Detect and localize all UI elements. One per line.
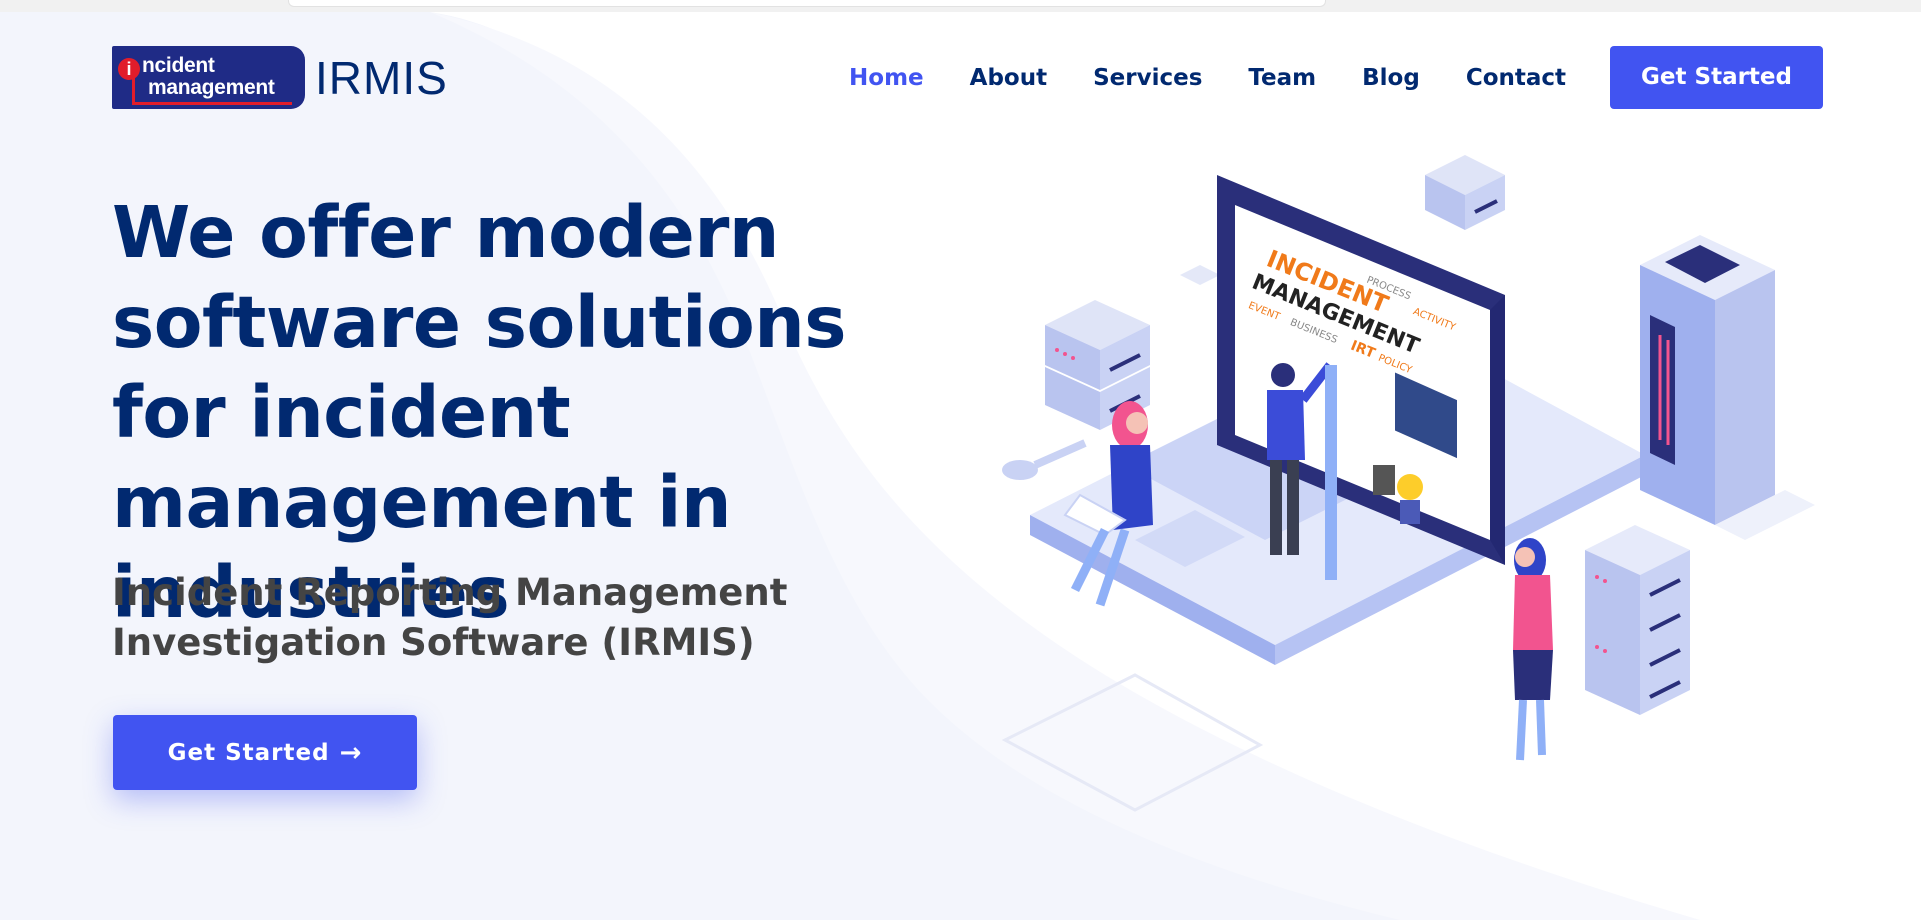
key-icon (1002, 439, 1087, 480)
nav-team[interactable]: Team (1248, 65, 1316, 91)
server-top (1425, 155, 1505, 230)
server-right (1585, 525, 1690, 715)
get-started-hero-button[interactable]: Get Started → (113, 715, 417, 790)
hero-illustration: INCIDENT MANAGEMENT EVENT BUSINESS IRT P… (1001, 155, 1815, 812)
floor-tile (1001, 673, 1264, 812)
brand-name: IRMIS (315, 51, 448, 104)
nav-contact[interactable]: Contact (1466, 65, 1566, 91)
logo-line2: management (148, 76, 275, 99)
hero-subtitle: Incident Reporting Management Investigat… (112, 571, 788, 664)
person-woman-right (1513, 538, 1553, 761)
site-logo[interactable]: i ncident management IRMIS (112, 46, 448, 109)
logo-badge: i ncident management (112, 46, 305, 109)
logo-line1: ncident (142, 54, 215, 77)
server-tower (1640, 235, 1815, 540)
arrow-right-icon: → (339, 737, 363, 768)
nav-about[interactable]: About (970, 65, 1047, 91)
nav-home[interactable]: Home (849, 65, 924, 91)
hero-button-label: Get Started (167, 739, 330, 766)
page: i ncident management IRMIS Home About Se… (0, 0, 1921, 920)
main-nav: Home About Services Team Blog Contact Ge… (803, 46, 1823, 109)
logo-initial: i (118, 58, 140, 80)
get-started-nav-button[interactable]: Get Started (1610, 46, 1823, 109)
nav-services[interactable]: Services (1093, 65, 1202, 91)
nav-blog[interactable]: Blog (1362, 65, 1420, 91)
